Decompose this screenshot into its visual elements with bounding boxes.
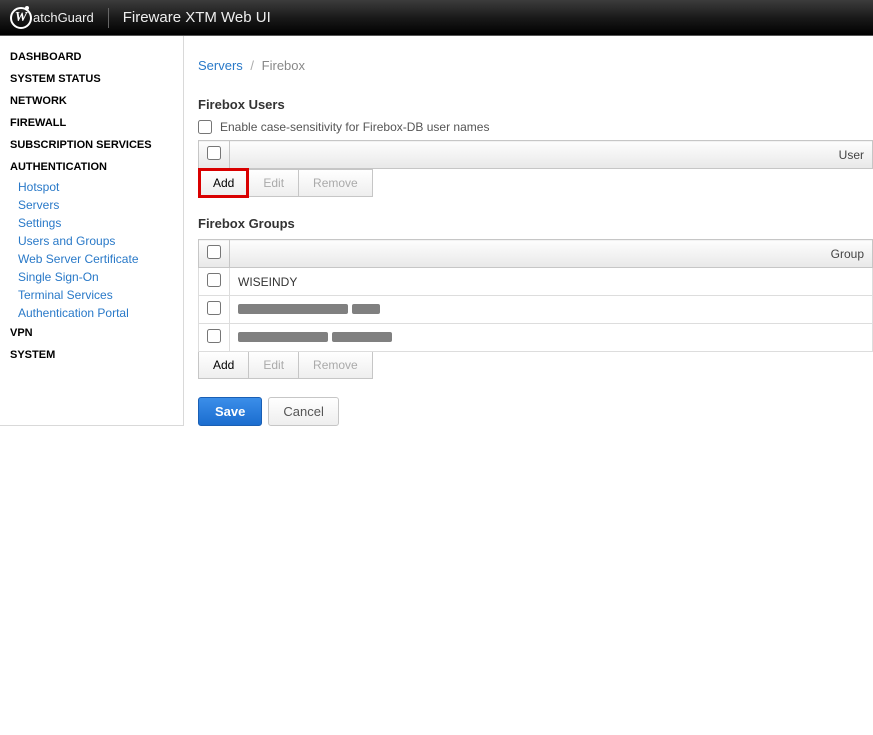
- table-row: [199, 296, 873, 324]
- sidebar-link-users-and-groups[interactable]: Users and Groups: [18, 232, 183, 250]
- table-row: [199, 324, 873, 352]
- sidebar-item-subscription-services[interactable]: SUBSCRIPTION SERVICES: [0, 134, 183, 156]
- groups-select-all-checkbox[interactable]: [207, 245, 221, 259]
- redacted-text: [352, 304, 380, 314]
- users-table: User: [198, 140, 873, 169]
- row-checkbox-cell: [199, 324, 230, 352]
- sidebar-item-network[interactable]: NETWORK: [0, 90, 183, 112]
- case-sensitivity-label: Enable case-sensitivity for Firebox-DB u…: [220, 120, 489, 134]
- firebox-users-title: Firebox Users: [198, 97, 873, 112]
- sidebar: DASHBOARD SYSTEM STATUS NETWORK FIREWALL…: [0, 36, 184, 426]
- group-name-cell: [230, 296, 873, 324]
- row-checkbox-cell: [199, 268, 230, 296]
- sidebar-link-single-sign-on[interactable]: Single Sign-On: [18, 268, 183, 286]
- group-name-cell: WISEINDY: [230, 268, 873, 296]
- groups-header-checkbox-cell: [199, 240, 230, 268]
- sidebar-item-firewall[interactable]: FIREWALL: [0, 112, 183, 134]
- redacted-text: [332, 332, 392, 342]
- brand-text: atchGuard: [33, 10, 94, 25]
- edit-user-button[interactable]: Edit: [249, 170, 299, 196]
- sidebar-link-web-server-certificate[interactable]: Web Server Certificate: [18, 250, 183, 268]
- redacted-text: [238, 332, 328, 342]
- breadcrumb-current: Firebox: [262, 58, 305, 73]
- sidebar-item-system-status[interactable]: SYSTEM STATUS: [0, 68, 183, 90]
- app-header: W atchGuard Fireware XTM Web UI: [0, 0, 873, 36]
- sidebar-link-servers[interactable]: Servers: [18, 196, 183, 214]
- brand-logo: W atchGuard: [10, 7, 94, 29]
- sidebar-item-dashboard[interactable]: DASHBOARD: [0, 46, 183, 68]
- authentication-submenu: Hotspot Servers Settings Users and Group…: [0, 178, 183, 322]
- sidebar-item-vpn[interactable]: VPN: [0, 322, 183, 344]
- remove-group-button[interactable]: Remove: [299, 352, 372, 378]
- sidebar-link-settings[interactable]: Settings: [18, 214, 183, 232]
- group-row-checkbox[interactable]: [207, 273, 221, 287]
- firebox-groups-title: Firebox Groups: [198, 216, 873, 231]
- users-header-checkbox-cell: [199, 141, 230, 169]
- save-button[interactable]: Save: [198, 397, 262, 426]
- users-column-header: User: [230, 141, 873, 169]
- groups-column-header: Group: [230, 240, 873, 268]
- add-user-highlight: Add: [198, 168, 249, 198]
- users-select-all-checkbox[interactable]: [207, 146, 221, 160]
- cancel-button[interactable]: Cancel: [268, 397, 338, 426]
- sidebar-link-hotspot[interactable]: Hotspot: [18, 178, 183, 196]
- groups-table: Group WISEINDY: [198, 239, 873, 352]
- breadcrumb: Servers / Firebox: [198, 58, 873, 73]
- header-divider: [108, 8, 109, 28]
- sidebar-item-system[interactable]: SYSTEM: [0, 344, 183, 366]
- breadcrumb-separator: /: [250, 58, 254, 73]
- add-user-button[interactable]: Add: [201, 171, 246, 195]
- add-group-button[interactable]: Add: [199, 352, 249, 378]
- row-checkbox-cell: [199, 296, 230, 324]
- app-title: Fireware XTM Web UI: [123, 9, 271, 26]
- main-content: Servers / Firebox Firebox Users Enable c…: [184, 36, 873, 426]
- group-row-checkbox[interactable]: [207, 329, 221, 343]
- redacted-text: [238, 304, 348, 314]
- breadcrumb-servers[interactable]: Servers: [198, 58, 243, 73]
- sidebar-link-authentication-portal[interactable]: Authentication Portal: [18, 304, 183, 322]
- case-sensitivity-row: Enable case-sensitivity for Firebox-DB u…: [198, 120, 873, 134]
- sidebar-item-authentication[interactable]: AUTHENTICATION: [0, 156, 183, 178]
- sidebar-link-terminal-services[interactable]: Terminal Services: [18, 286, 183, 304]
- remove-user-button[interactable]: Remove: [299, 170, 372, 196]
- case-sensitivity-checkbox[interactable]: [198, 120, 212, 134]
- table-row: WISEINDY: [199, 268, 873, 296]
- logo-icon: W: [10, 7, 32, 29]
- edit-group-button[interactable]: Edit: [249, 352, 299, 378]
- group-name-cell: [230, 324, 873, 352]
- group-row-checkbox[interactable]: [207, 301, 221, 315]
